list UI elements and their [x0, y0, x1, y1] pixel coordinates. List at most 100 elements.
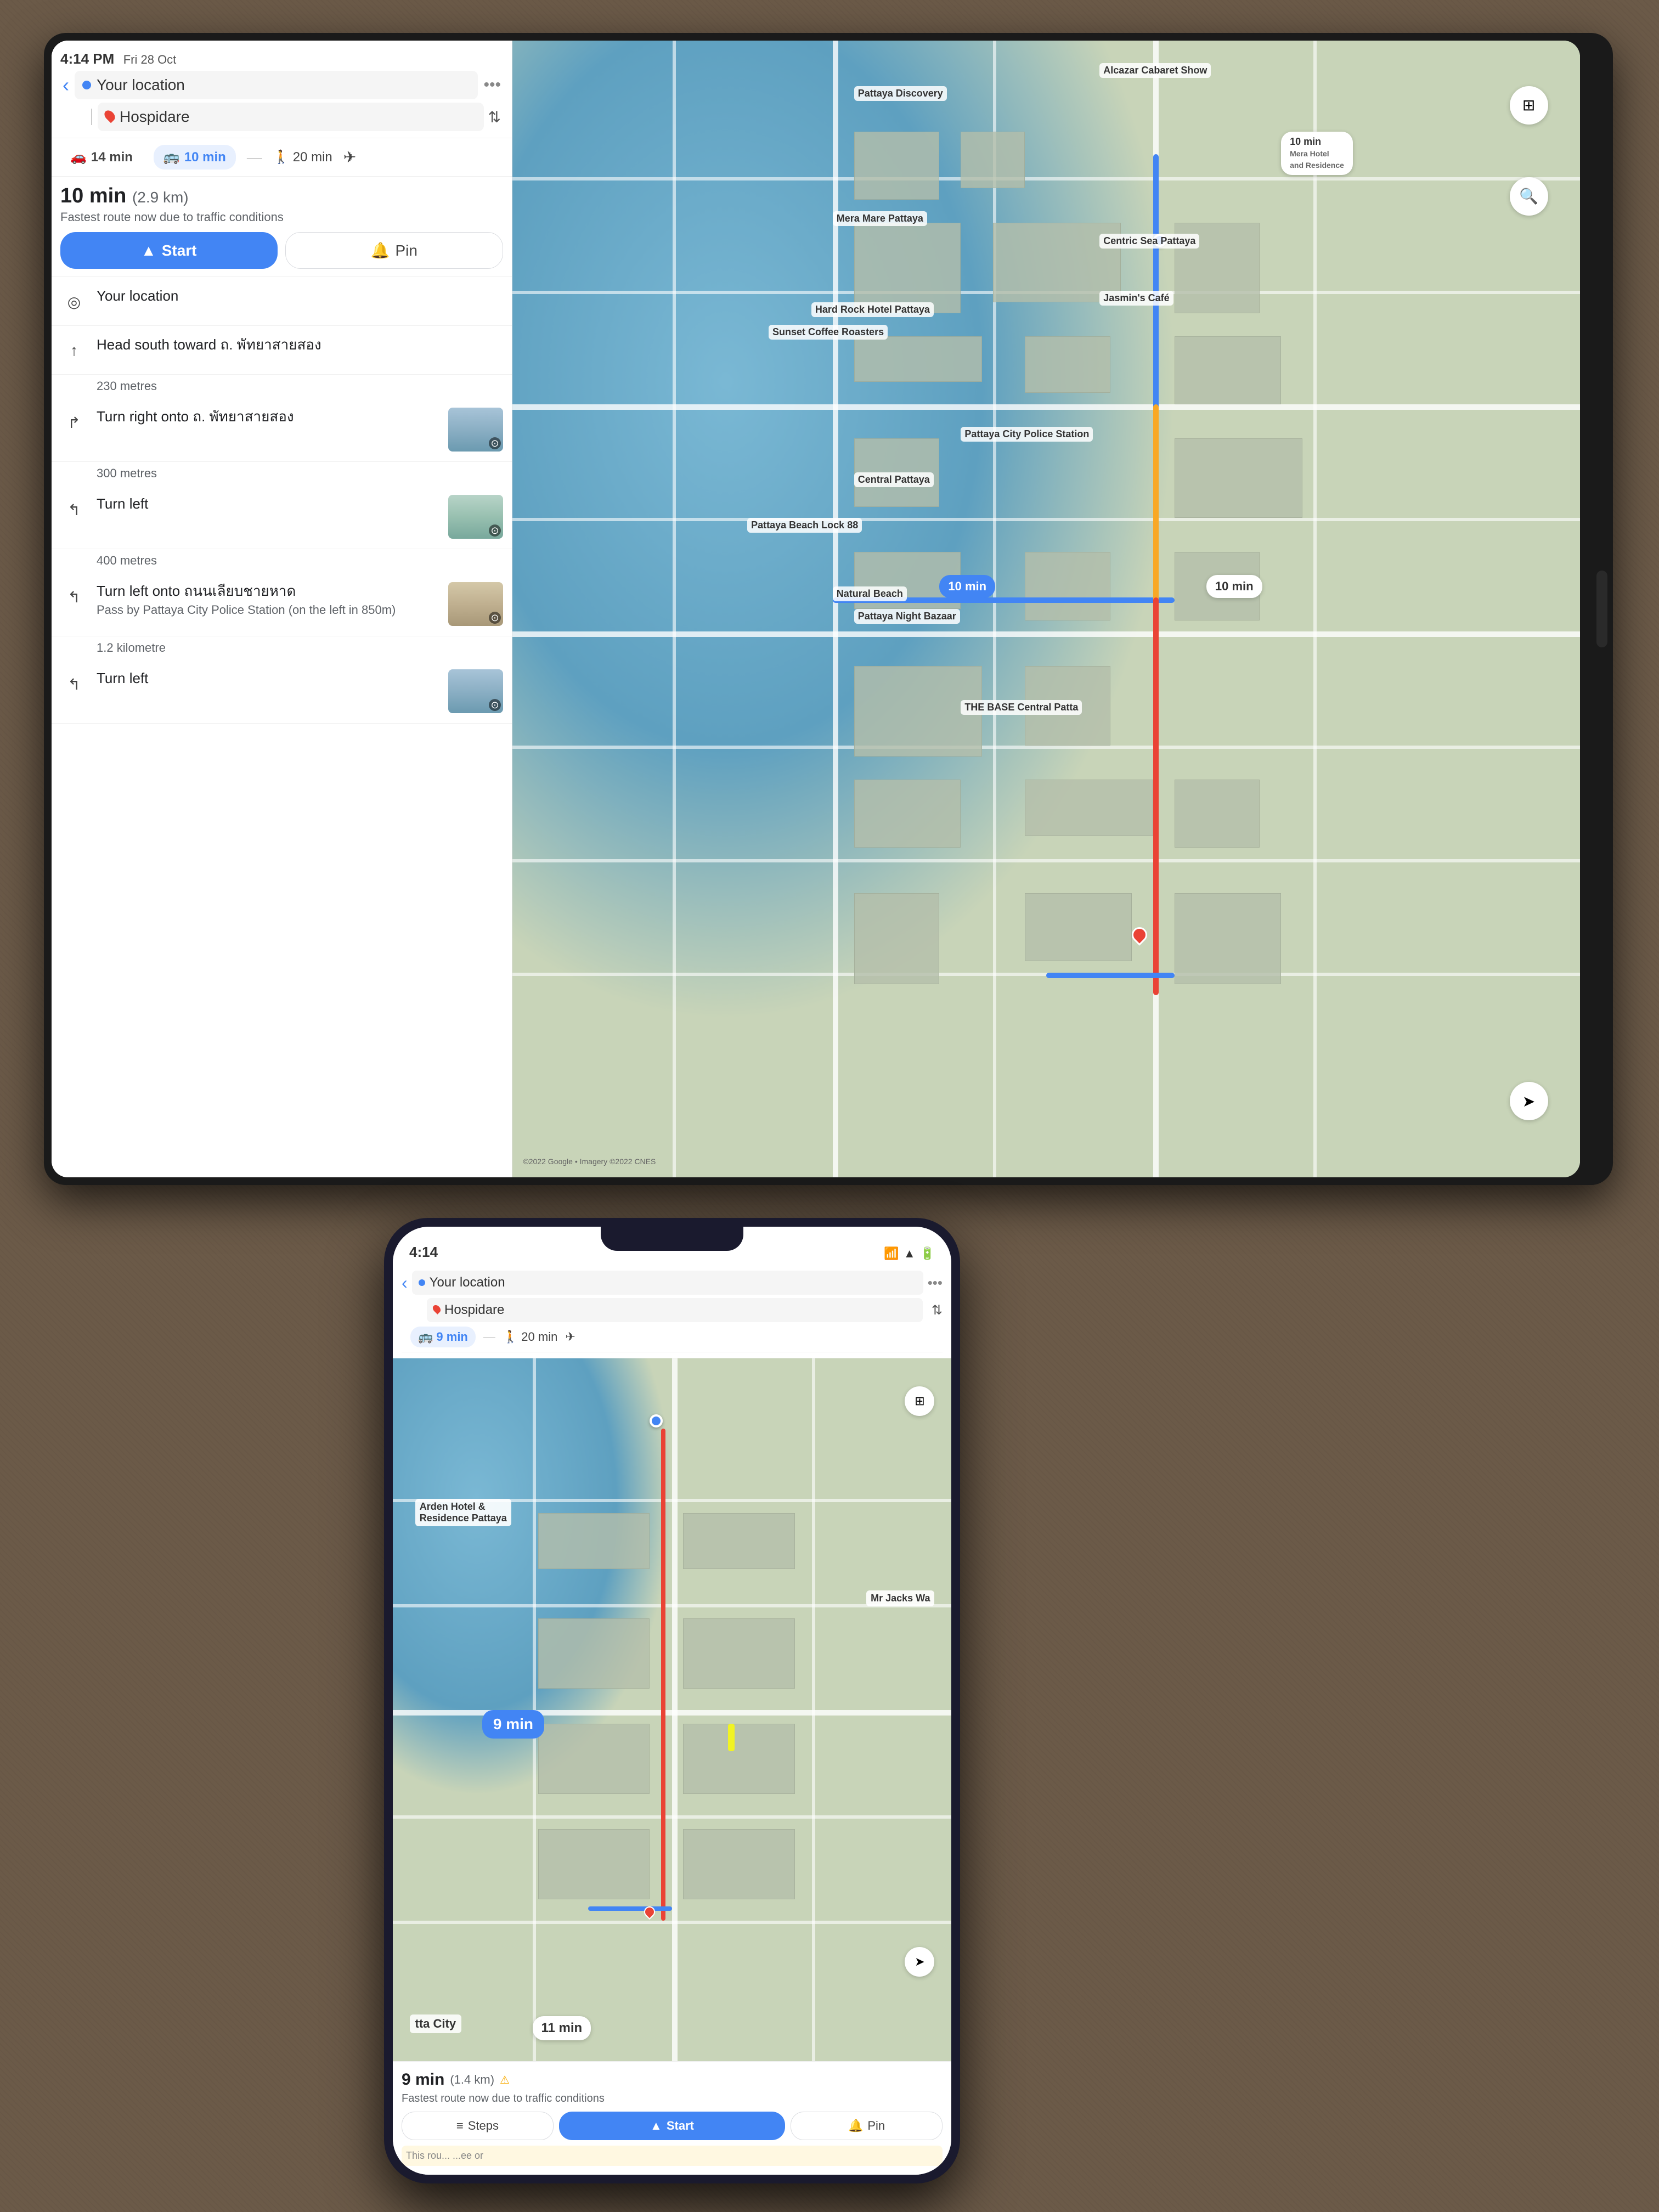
phone-origin-row: ‹ Your location •••: [402, 1271, 943, 1295]
step-item: ↰ Turn left onto ถนนเลียบชายหาด Pass by …: [52, 572, 512, 636]
phone-more-button[interactable]: •••: [928, 1274, 943, 1291]
phone-notch: [601, 1218, 743, 1251]
phone-route-summary: 9 min (1.4 km) ⚠: [402, 2070, 943, 2089]
scene: 4:14 PM Fri 28 Oct ‹ Your location •••: [0, 0, 1659, 2212]
phone-transit-chip[interactable]: 🚌 9 min: [410, 1327, 476, 1347]
plane-icon: ✈: [343, 149, 356, 166]
route-summary: 10 min (2.9 km) Fastest route now due to…: [52, 177, 512, 277]
phone-start-button[interactable]: ▲ Start: [559, 2112, 785, 2140]
phone-navigate-icon: ➤: [915, 1955, 924, 1969]
phone-steps-button[interactable]: ≡ Steps: [402, 2112, 554, 2140]
phone-transit-icon: 🚌: [418, 1330, 433, 1344]
map-label: Centric Sea Pattaya: [1099, 234, 1199, 249]
phone-status-icons: 📶 ▲ 🔋: [884, 1246, 935, 1261]
tablet: 4:14 PM Fri 28 Oct ‹ Your location •••: [44, 33, 1613, 1185]
tablet-time: 4:14 PM: [60, 50, 114, 67]
phone-swap-button[interactable]: ⇅: [932, 1302, 943, 1318]
navigate-icon: ➤: [1522, 1092, 1535, 1110]
phone-back-button[interactable]: ‹: [402, 1273, 408, 1293]
steps-list: ◎ Your location ↑ Head south toward ถ. พ…: [52, 277, 512, 1177]
step-item: ↑ Head south toward ถ. พัทยาสายสอง: [52, 326, 512, 375]
transport-walk[interactable]: 🚶 20 min: [273, 149, 332, 165]
phone-city-label: tta City: [410, 2015, 462, 2033]
step-thumbnail[interactable]: [448, 495, 503, 539]
more-button[interactable]: •••: [483, 76, 501, 94]
wifi-icon: ▲: [904, 1246, 916, 1261]
phone-route-yellow: [728, 1724, 735, 1751]
destination-row: Hospidare ⇅: [60, 103, 503, 131]
step-main-text: Head south toward ถ. พัทยาสายสอง: [97, 336, 503, 354]
search-map-button[interactable]: 🔍: [1510, 177, 1548, 216]
step-thumbnail[interactable]: [448, 408, 503, 452]
route-duration: 10 min (2.9 km): [60, 184, 189, 207]
step-main-text: Turn left: [97, 495, 439, 514]
pin-button[interactable]: 🔔 Pin: [285, 232, 504, 269]
phone-start-icon: ▲: [650, 2119, 662, 2133]
map-badge-alt: 10 min: [1206, 575, 1262, 598]
step-main-text: Turn left: [97, 669, 439, 688]
step-left-icon: ↰: [60, 670, 88, 698]
step-item: ↱ Turn right onto ถ. พัทยาสายสอง: [52, 398, 512, 462]
map-label: Sunset Coffee Roasters: [769, 325, 888, 340]
phone-map-label: Arden Hotel &Residence Pattaya: [415, 1499, 511, 1526]
start-button[interactable]: ▲ Start: [60, 232, 278, 269]
phone-pin-label: Pin: [867, 2119, 885, 2133]
phone-map-badge-11min: 11 min: [533, 2016, 591, 2040]
signal-icon: 📶: [884, 1246, 899, 1261]
map-copyright: ©2022 Google • Imagery ©2022 CNES: [523, 1157, 656, 1166]
swap-button[interactable]: ⇅: [488, 108, 501, 126]
map-label: Jasmin's Café: [1099, 291, 1173, 306]
map-label: Natural Beach: [833, 586, 907, 601]
phone-origin-input[interactable]: Your location: [412, 1271, 923, 1295]
route-note: Fastest route now due to traffic conditi…: [60, 210, 503, 224]
tablet-map[interactable]: Alcazar Cabaret Show Pattaya Discovery M…: [512, 41, 1580, 1177]
pin-icon: 🔔: [371, 241, 390, 259]
back-button[interactable]: ‹: [63, 74, 69, 97]
phone-warning-icon: ⚠: [500, 2073, 510, 2087]
phone-pin-button[interactable]: 🔔 Pin: [791, 2112, 943, 2140]
phone-route-distance: (1.4 km): [450, 2073, 494, 2087]
step-straight-icon: ↑: [60, 337, 88, 364]
origin-row: ‹ Your location •••: [60, 71, 503, 99]
phone-transport-bar: 🚌 9 min — 🚶 20 min ✈: [402, 1322, 943, 1352]
phone-walk-icon: 🚶: [503, 1330, 518, 1344]
step-thumbnail[interactable]: [448, 582, 503, 626]
step-right-icon: ↱: [60, 409, 88, 436]
phone-separator: —: [483, 1330, 495, 1344]
step-distance: 1.2 kilometre: [52, 636, 512, 659]
phone-walk-time: 20 min: [521, 1330, 557, 1344]
map-label: Hard Rock Hotel Pattaya: [811, 302, 934, 317]
phone-bottom-panel: 9 min (1.4 km) ⚠ Fastest route now due t…: [393, 2061, 951, 2175]
map-badge-main: 10 min: [939, 575, 995, 598]
layers-button[interactable]: ⊞: [1510, 86, 1548, 125]
transport-plane[interactable]: ✈: [343, 148, 356, 166]
step-left-icon: ↰: [60, 496, 88, 523]
transport-transit[interactable]: 🚌 10 min: [154, 145, 236, 170]
pin-label: Pin: [395, 242, 417, 259]
transport-separator: —: [247, 149, 262, 166]
destination-marker: [1132, 927, 1147, 947]
origin-input[interactable]: Your location: [75, 71, 478, 99]
transport-car[interactable]: 🚗 14 min: [60, 145, 143, 170]
map-label: THE BASE Central Patta: [961, 700, 1082, 715]
tablet-header: 4:14 PM Fri 28 Oct ‹ Your location •••: [52, 41, 512, 138]
transit-time: 10 min: [184, 150, 226, 165]
phone-walk-chip[interactable]: 🚶 20 min: [503, 1330, 557, 1344]
phone-dest-input[interactable]: Hospidare: [427, 1298, 923, 1322]
destination-input[interactable]: Hospidare: [98, 103, 484, 131]
step-thumbnail[interactable]: [448, 669, 503, 713]
step-left-icon: ↰: [60, 583, 88, 611]
destination-pin-icon: [103, 109, 117, 123]
phone-plane-chip[interactable]: ✈: [565, 1330, 575, 1344]
tablet-screen: 4:14 PM Fri 28 Oct ‹ Your location •••: [52, 41, 1580, 1177]
map-label: Central Pattaya: [854, 472, 934, 487]
phone-map[interactable]: Arden Hotel &Residence Pattaya Mr Jacks …: [393, 1358, 951, 2061]
route-header: 10 min (2.9 km): [60, 184, 503, 208]
search-icon: 🔍: [1519, 187, 1538, 205]
navigation-button[interactable]: ➤: [1510, 1082, 1548, 1120]
transport-bar: 🚗 14 min 🚌 10 min — 🚶 20 min ✈: [52, 138, 512, 177]
phone-screen: 4:14 📶 ▲ 🔋 ‹ Your location •••: [393, 1227, 951, 2175]
steps-list-icon: ≡: [456, 2119, 464, 2133]
phone-dest-marker: [644, 1906, 655, 1921]
tablet-home-button[interactable]: [1596, 571, 1607, 647]
